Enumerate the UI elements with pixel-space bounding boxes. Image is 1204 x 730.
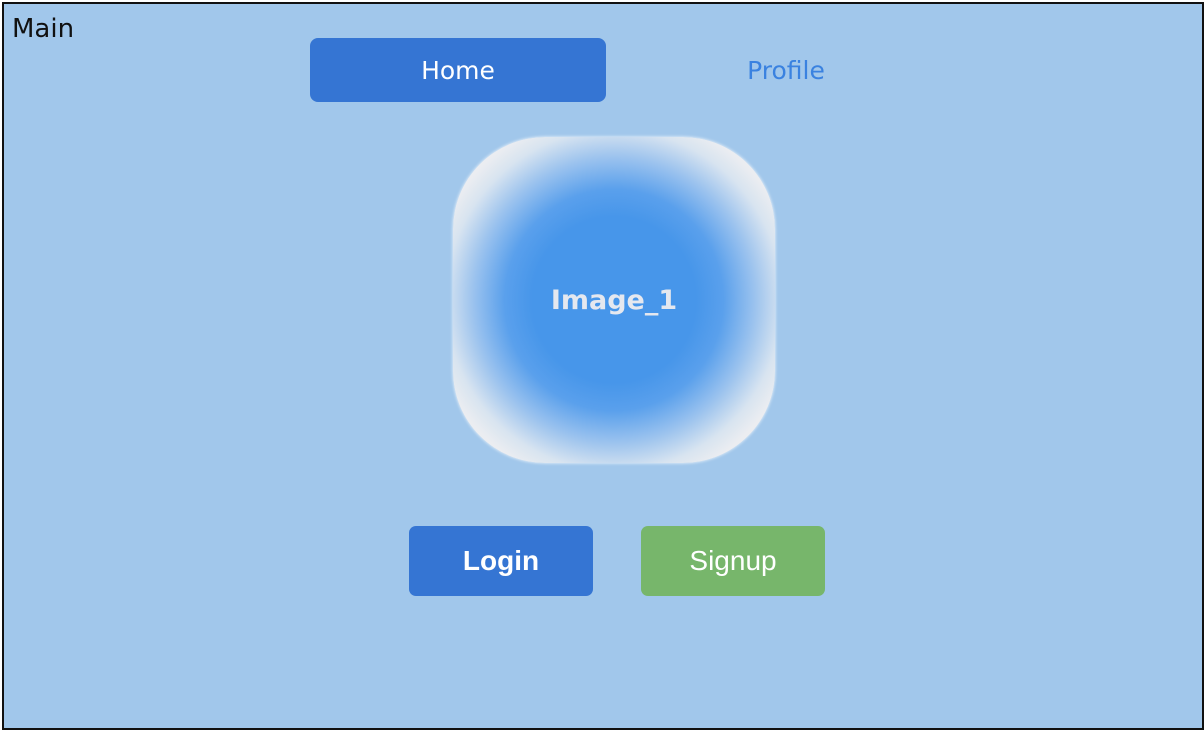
tab-home-label: Home	[421, 55, 495, 85]
tab-profile[interactable]: Profile	[694, 38, 878, 102]
main-window: Main Home Profile Image_1 Login Signup	[2, 2, 1204, 730]
login-button[interactable]: Login	[409, 526, 593, 596]
window-title: Main	[12, 14, 75, 44]
signup-button-label: Signup	[689, 545, 777, 576]
image-placeholder: Image_1	[453, 137, 775, 463]
signup-button[interactable]: Signup	[641, 526, 825, 596]
login-button-label: Login	[462, 545, 540, 576]
tab-profile-label: Profile	[747, 55, 825, 85]
image-label: Image_1	[550, 284, 678, 316]
tab-home[interactable]: Home	[310, 38, 606, 102]
